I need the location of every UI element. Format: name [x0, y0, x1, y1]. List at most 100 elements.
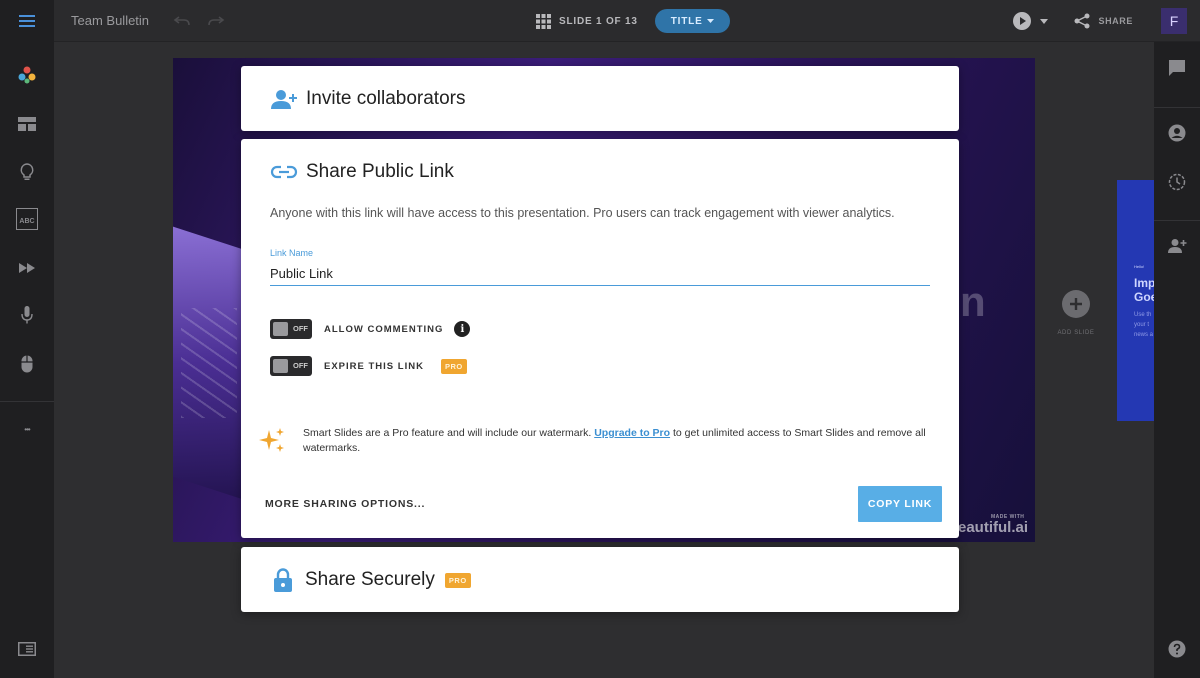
secure-title: Share Securely: [305, 569, 435, 590]
next-slide-title: Imp Goe: [1134, 276, 1154, 304]
mouse-icon: [21, 355, 33, 373]
expire-link-row: OFF EXPIRE THIS LINK PRO: [270, 356, 467, 376]
next-slide-title-line: Imp: [1134, 276, 1154, 290]
palette-icon: [18, 66, 36, 84]
link-icon: [270, 165, 298, 179]
next-slide-thumbnail[interactable]: Hello! Imp Goe Use th your t news a: [1117, 180, 1154, 421]
account-button[interactable]: [1154, 118, 1200, 148]
smart-slides-notice: Smart Slides are a Pro feature and will …: [258, 426, 938, 456]
layout-pill-button[interactable]: TITLE: [654, 9, 730, 33]
copy-link-button[interactable]: COPY LINK: [858, 486, 942, 522]
more-icon: •••: [24, 424, 30, 434]
caret-down-icon: [706, 19, 714, 23]
fast-forward-icon: [19, 263, 35, 273]
voiceover-button[interactable]: [0, 300, 54, 330]
share-button[interactable]: SHARE: [1074, 13, 1133, 29]
grid-icon[interactable]: [536, 13, 551, 29]
presentation-title[interactable]: Team Bulletin: [71, 13, 149, 28]
allow-commenting-toggle[interactable]: OFF: [270, 319, 312, 339]
link-name-input[interactable]: [270, 261, 930, 286]
next-slide-body-line: Use th: [1134, 312, 1152, 318]
allow-commenting-row: OFF ALLOW COMMENTING i: [270, 319, 471, 339]
slide-panel-button[interactable]: [0, 634, 54, 664]
layout-icon: [18, 117, 36, 131]
add-collaborator-button[interactable]: [1154, 231, 1200, 261]
smart-slides-text: Smart Slides are a Pro feature and will …: [303, 426, 938, 456]
lock-icon: [274, 568, 292, 592]
right-sidebar-divider: [1154, 107, 1200, 108]
expire-link-label: EXPIRE THIS LINK: [324, 360, 424, 372]
secure-header: Share Securely PRO: [273, 568, 471, 592]
info-glyph: i: [460, 323, 465, 335]
notice-text: Smart Slides are a Pro feature and will …: [303, 427, 595, 439]
allow-commenting-label: ALLOW COMMENTING: [324, 323, 444, 335]
invite-collaborators-panel[interactable]: Invite collaborators: [241, 66, 959, 131]
comment-icon: [1169, 60, 1185, 76]
account-circle-icon: [1168, 124, 1186, 142]
sidebar-divider: [0, 401, 54, 402]
more-tools-button[interactable]: •••: [0, 414, 54, 444]
top-bar: Team Bulletin SLIDE 1 OF 13 TITLE SHARE …: [0, 0, 1200, 42]
play-icon[interactable]: [1013, 12, 1032, 30]
history-icon: [1168, 173, 1186, 191]
panel-icon: [18, 642, 36, 656]
slide-keyboard-image: [181, 308, 237, 418]
user-avatar[interactable]: F: [1161, 8, 1187, 34]
microphone-icon: [21, 306, 33, 324]
public-link-description: Anyone with this link will have access t…: [270, 206, 895, 220]
toggle-state: OFF: [293, 361, 308, 370]
invite-header: Invite collaborators: [270, 88, 465, 110]
more-sharing-options-link[interactable]: MORE SHARING OPTIONS...: [265, 498, 425, 510]
public-link-title: Share Public Link: [306, 161, 454, 182]
add-person-icon: [1168, 239, 1187, 253]
link-name-label: Link Name: [270, 248, 314, 258]
layout-pill-label: TITLE: [670, 15, 703, 27]
comments-button[interactable]: [1154, 53, 1200, 83]
info-icon[interactable]: i: [454, 321, 471, 337]
play-options-caret-icon[interactable]: [1040, 18, 1049, 24]
pro-badge: PRO: [440, 358, 467, 374]
invite-title: Invite collaborators: [306, 88, 466, 109]
inspiration-button[interactable]: [0, 157, 54, 187]
next-slide-body: Use th your t news a: [1134, 310, 1153, 340]
help-button[interactable]: [1154, 634, 1200, 664]
next-slide-body-line: news a: [1134, 332, 1154, 338]
interaction-button[interactable]: [0, 349, 54, 379]
add-slide-circle: [1062, 290, 1090, 318]
lightbulb-icon: [20, 163, 34, 180]
theme-button[interactable]: [0, 60, 54, 90]
abc-label: ABC: [19, 218, 35, 225]
pro-badge: PRO: [444, 572, 471, 588]
public-link-header: Share Public Link: [270, 161, 454, 183]
text-button[interactable]: ABC: [0, 204, 54, 234]
next-slide-title-line: Goe: [1134, 290, 1154, 304]
add-slide-button[interactable]: ADD SLIDE: [1054, 290, 1098, 336]
slide-title-fragment: n: [960, 278, 986, 325]
sparkle-icon: [259, 428, 284, 452]
abc-icon: ABC: [16, 208, 38, 230]
share-icon: [1074, 13, 1090, 29]
menu-button[interactable]: [0, 0, 54, 42]
help-icon: [1168, 640, 1186, 658]
add-slide-label: ADD SLIDE: [1057, 330, 1095, 336]
share-public-link-panel: Share Public Link Anyone with this link …: [241, 139, 959, 538]
undo-icon[interactable]: [173, 15, 191, 27]
history-button[interactable]: [1154, 167, 1200, 197]
share-securely-panel[interactable]: Share Securely PRO: [241, 547, 959, 612]
upgrade-to-pro-link[interactable]: Upgrade to Pro: [594, 427, 670, 439]
expire-link-toggle[interactable]: OFF: [270, 356, 312, 376]
right-toolbar: [1154, 42, 1200, 678]
brand-watermark: eautiful.ai: [958, 519, 1029, 536]
next-slide-body-line: your t: [1134, 322, 1150, 328]
right-sidebar-divider: [1154, 220, 1200, 221]
hamburger-icon: [19, 14, 35, 27]
left-toolbar: ABC •••: [0, 42, 54, 678]
slide-counter[interactable]: SLIDE 1 OF 13: [559, 16, 638, 27]
share-label: SHARE: [1098, 16, 1133, 26]
add-person-icon: [271, 90, 297, 109]
animation-button[interactable]: [0, 253, 54, 283]
plus-icon: [1070, 298, 1082, 310]
layout-button[interactable]: [0, 109, 54, 139]
toggle-knob: [273, 359, 288, 373]
redo-icon[interactable]: [207, 15, 225, 27]
